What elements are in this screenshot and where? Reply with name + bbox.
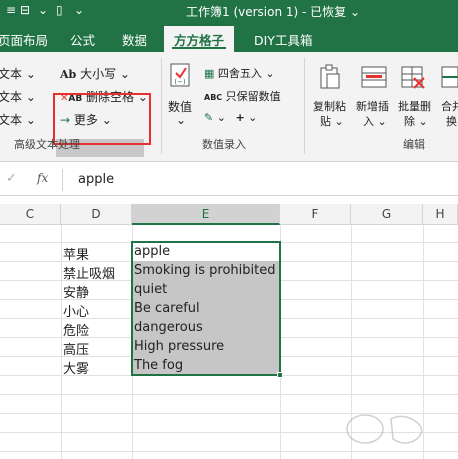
autosave-icon[interactable]: ⊟ [20, 3, 30, 17]
merge-button-line2[interactable]: 换 [446, 113, 457, 129]
chevron-down-icon[interactable]: ⌄ [248, 111, 257, 124]
formula-input[interactable]: apple [78, 172, 114, 187]
menu-icon[interactable]: ≡ [6, 3, 16, 17]
column-header-e[interactable]: E [132, 204, 280, 225]
cell-d-5[interactable]: 危险 [63, 320, 89, 339]
column-header-f[interactable]: F [280, 204, 351, 225]
tab-page-layout[interactable]: 页面布局 [0, 30, 48, 49]
undo-dropdown-icon[interactable]: ⌄ [38, 3, 48, 17]
chevron-down-icon[interactable]: ⌄ [217, 111, 226, 124]
ab-icon: Ab [60, 68, 77, 81]
chevron-down-icon: ⌄ [119, 67, 130, 81]
fill-handle[interactable] [277, 372, 283, 378]
text-dropdown-3[interactable]: 文本 ⌄ [0, 111, 36, 128]
tab-fangfang-gezi[interactable]: 方方格子 [164, 26, 235, 52]
delete-grid-icon [400, 64, 426, 93]
column-header-d[interactable]: D [61, 204, 132, 225]
insert-rows-icon [360, 64, 388, 93]
cell-d-4[interactable]: 小心 [63, 301, 89, 320]
file-icon[interactable]: ▯ [56, 3, 63, 17]
ribbon-separator [161, 58, 162, 154]
copy-paste-button[interactable]: 复制粘 [313, 98, 346, 114]
numeric-icon: (−) [168, 62, 194, 93]
grid-line [0, 394, 458, 395]
watermark-logo [346, 414, 423, 444]
text-dropdown-1[interactable]: 文本 ⌄ [0, 65, 36, 82]
group-label-advanced-text: 高级文本处理 [14, 138, 80, 151]
edit-tools-row: ✎ ⌄ + ⌄ [204, 111, 257, 124]
round-button[interactable]: ▦ 四舍五入 ⌄ [204, 65, 275, 81]
cell-d-7[interactable]: 大雾 [63, 358, 89, 377]
svg-text:(−): (−) [174, 78, 186, 86]
title-bar: ≡ ⊟ ⌄ ▯ ⌄ 工作簿1 (version 1) - 已恢复 ⌄ [0, 0, 458, 22]
column-header: C D E F G H [0, 204, 458, 225]
add-insert-button-line2[interactable]: 入 ⌄ [363, 113, 387, 129]
enter-check-icon[interactable]: ✓ [6, 171, 17, 186]
ribbon-tabs: 页面布局 公式 数据 方方格子 DIY工具箱 [0, 22, 458, 52]
batch-delete-button-line2[interactable]: 除 ⌄ [404, 113, 428, 129]
grid-icon: ▦ [204, 67, 215, 80]
abc-icon: ABC [204, 93, 223, 102]
quick-access-dropdown-icon[interactable]: ⌄ [74, 3, 84, 17]
merge-icon [440, 64, 458, 93]
tab-formulas[interactable]: 公式 [70, 30, 95, 49]
ribbon: 文本 ⌄ 文本 ⌄ 文本 ⌄ Ab 大小写 ⌄ ✕AB 删除空格 ⌄ → 更多 … [0, 52, 458, 162]
plus-icon[interactable]: + [235, 111, 244, 124]
case-button[interactable]: Ab 大小写 ⌄ [60, 65, 130, 82]
group-label-numeric-input: 数值录入 [202, 138, 246, 151]
formula-divider [62, 169, 63, 191]
numeric-dropdown-icon[interactable]: ⌄ [176, 113, 186, 127]
clipboard-icon [318, 64, 342, 93]
selection-border [131, 241, 281, 376]
tab-diy-toolbox[interactable]: DIY工具箱 [254, 30, 312, 49]
copy-paste-button-line2[interactable]: 贴 ⌄ [320, 113, 344, 129]
merge-button[interactable]: 合并 [441, 98, 458, 114]
cell-d-2[interactable]: 禁止吸烟 [63, 263, 115, 282]
cell-d-6[interactable]: 高压 [63, 339, 89, 358]
insert-function-icon[interactable]: fx [37, 171, 48, 185]
batch-delete-button[interactable]: 批量删 [398, 98, 431, 114]
edit-icon[interactable]: ✎ [204, 111, 213, 124]
keep-numeric-button[interactable]: ABC 只保留数值 [204, 88, 281, 104]
tab-data[interactable]: 数据 [122, 30, 147, 49]
column-header-c[interactable]: C [0, 204, 61, 225]
window-title: 工作簿1 (version 1) - 已恢复 ⌄ [186, 5, 361, 19]
group-label-edit: 编辑 [403, 138, 425, 151]
column-header-g[interactable]: G [351, 204, 423, 225]
ribbon-separator [304, 58, 305, 154]
cell-d-1[interactable]: 苹果 [63, 244, 89, 263]
column-header-h[interactable]: H [423, 204, 458, 225]
formula-bar: ✓ fx apple [0, 163, 458, 196]
text-dropdown-2[interactable]: 文本 ⌄ [0, 88, 36, 105]
cell-d-3[interactable]: 安静 [63, 282, 89, 301]
add-insert-button[interactable]: 新增插 [356, 98, 389, 114]
chevron-down-icon: ⌄ [265, 67, 275, 80]
